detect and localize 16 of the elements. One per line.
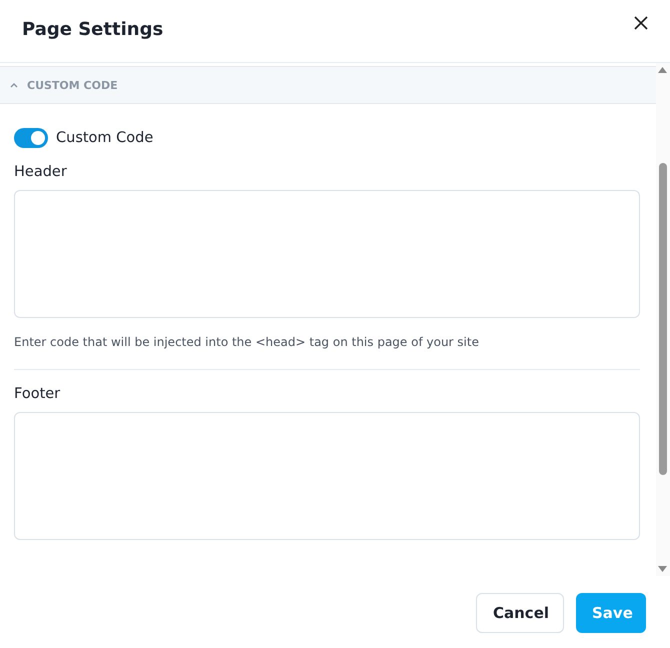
scroll-down-icon[interactable] bbox=[658, 566, 667, 572]
chevron-icon bbox=[10, 82, 18, 88]
code-field[interactable] bbox=[14, 412, 640, 540]
field-label: Footer bbox=[14, 386, 62, 402]
help-text: Enter code that will be injected into the <head> tag on this page of your site bbox=[14, 335, 480, 349]
dialog-title: Page Settings bbox=[22, 18, 164, 40]
save-button[interactable]: Save bbox=[576, 593, 646, 633]
section-header[interactable]: CUSTOM CODE bbox=[0, 66, 656, 104]
scrollbar[interactable] bbox=[656, 63, 670, 576]
toggle-switch[interactable] bbox=[14, 128, 48, 148]
toggle-label: Custom Code bbox=[56, 130, 154, 146]
scroll-up-icon[interactable] bbox=[658, 67, 667, 73]
cancel-button[interactable]: Cancel bbox=[476, 593, 564, 633]
close-icon[interactable] bbox=[634, 16, 648, 30]
code-field[interactable] bbox=[14, 190, 640, 318]
field-label: Header bbox=[14, 164, 68, 180]
